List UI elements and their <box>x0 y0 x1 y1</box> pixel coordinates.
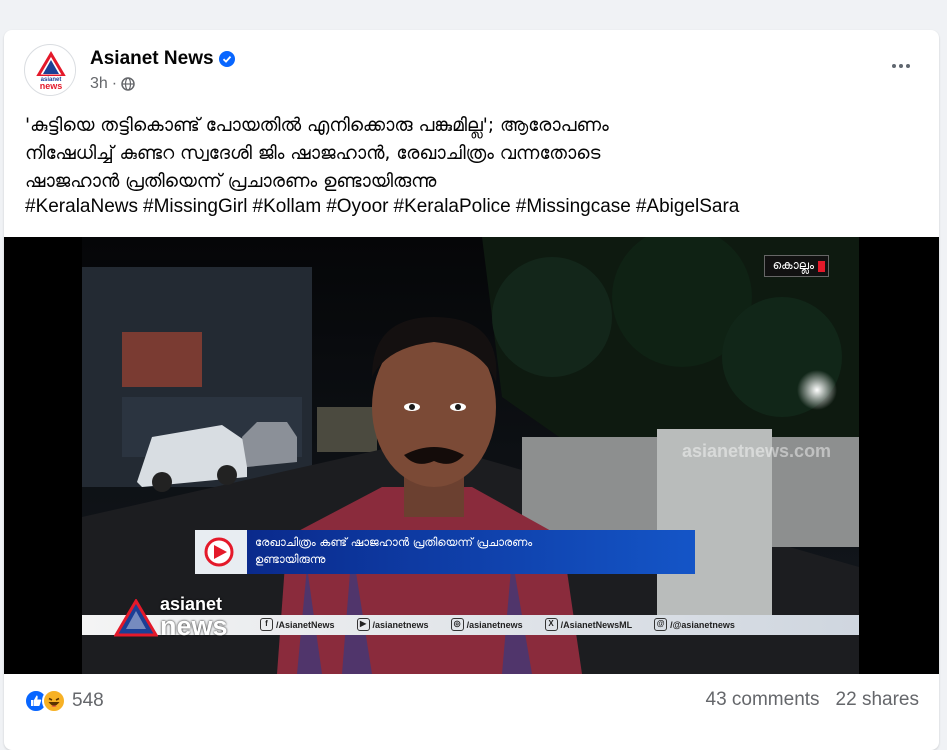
hashtag-link[interactable]: #Kollam <box>253 196 322 217</box>
hashtag-link[interactable]: #Missingcase <box>516 196 631 217</box>
social-label: /asianetnews <box>466 619 523 630</box>
post-card: asianet news Asianet News 3h · 'കുട്ടിയെ… <box>4 30 939 750</box>
social-facebook: f/AsianetNews <box>260 618 335 631</box>
page-name[interactable]: Asianet News <box>90 48 214 70</box>
facebook-icon: f <box>260 618 273 631</box>
asianet-triangle-icon <box>114 598 158 636</box>
laughing-face-icon <box>48 697 60 707</box>
threads-icon: @ <box>654 618 668 631</box>
social-threads: @/@asianetnews <box>654 618 735 631</box>
hashtag-link[interactable]: #KeralaNews <box>25 196 138 217</box>
post-header: asianet news Asianet News 3h · <box>24 44 919 96</box>
lower-third-text: രേഖാചിത്രം കണ്ട് ഷാജഹാൻ പ്രതിയെന്ന് പ്രച… <box>247 530 695 574</box>
page-avatar[interactable]: asianet news <box>24 44 76 96</box>
page-name-link[interactable]: Asianet News <box>90 48 235 70</box>
svg-text:news: news <box>40 81 63 91</box>
thumbs-up-icon <box>31 695 42 706</box>
shares-link[interactable]: 22 shares <box>836 689 919 711</box>
reaction-count[interactable]: 548 <box>72 690 104 712</box>
post-time[interactable]: 3h <box>90 75 108 93</box>
dot-icon <box>892 64 896 68</box>
social-label: /asianetnews <box>372 619 429 630</box>
globe-icon[interactable] <box>121 77 135 91</box>
hashtag-list: #KeralaNews #MissingGirl #Kollam #Oyoor #Ker… <box>25 196 920 218</box>
logo-bottom-text: news <box>160 611 228 641</box>
social-youtube: ▶/asianetnews <box>356 618 429 631</box>
reaction-summary[interactable]: 548 <box>24 689 104 713</box>
haha-reaction-icon <box>42 689 66 713</box>
social-instagram: ◎/asianetnews <box>450 618 523 631</box>
x-icon: X <box>544 618 558 631</box>
more-options-button[interactable] <box>883 48 919 84</box>
youtube-icon: ▶ <box>356 618 370 631</box>
social-label: /@asianetnews <box>670 619 735 630</box>
social-label: /AsianetNews <box>276 619 335 630</box>
hashtag-link[interactable]: #KeralaPolice <box>394 196 511 217</box>
location-tag: കൊല്ലം <box>763 255 829 277</box>
hashtag-link[interactable]: #AbigelSara <box>636 196 740 217</box>
channel-logo-text: asianet news <box>160 595 228 640</box>
watermark: asianetnews.com <box>682 441 832 461</box>
post-footer: 548 43 comments 22 shares <box>24 686 919 716</box>
verified-badge-icon <box>218 51 235 67</box>
play-arrow-icon <box>195 530 247 574</box>
video-frame[interactable]: കൊല്ലം asianetnews.com രേഖാചിത്രം കണ്ട് … <box>82 237 859 674</box>
dot-icon <box>906 64 910 68</box>
social-handles: f/AsianetNews ▶/asianetnews ◎/asianetnew… <box>260 618 735 631</box>
hashtag-link[interactable]: #Oyoor <box>326 196 388 217</box>
engagement-stats: 43 comments 22 shares <box>706 689 920 711</box>
hashtag-link[interactable]: #MissingGirl <box>143 196 248 217</box>
social-label: /AsianetNewsML <box>560 619 633 630</box>
comments-link[interactable]: 43 comments <box>706 689 820 711</box>
instagram-icon: ◎ <box>450 618 464 631</box>
video-player[interactable]: കൊല്ലം asianetnews.com രേഖാചിത്രം കണ്ട് … <box>4 237 939 674</box>
arrow-right-icon <box>204 537 234 567</box>
asianet-logo-icon: asianet news <box>27 47 75 95</box>
dot-icon <box>899 64 903 68</box>
social-x: X/AsianetNewsML <box>544 618 633 631</box>
channel-logo: asianet news <box>114 595 228 640</box>
post-meta: 3h · <box>90 75 135 93</box>
meta-separator: · <box>111 75 118 92</box>
lower-third: രേഖാചിത്രം കണ്ട് ഷാജഹാൻ പ്രതിയെന്ന് പ്രച… <box>195 530 695 574</box>
post-text: 'കുട്ടിയെ തട്ടികൊണ്ട് പോയതിൽ എനിക്കൊരു പ… <box>25 115 609 192</box>
